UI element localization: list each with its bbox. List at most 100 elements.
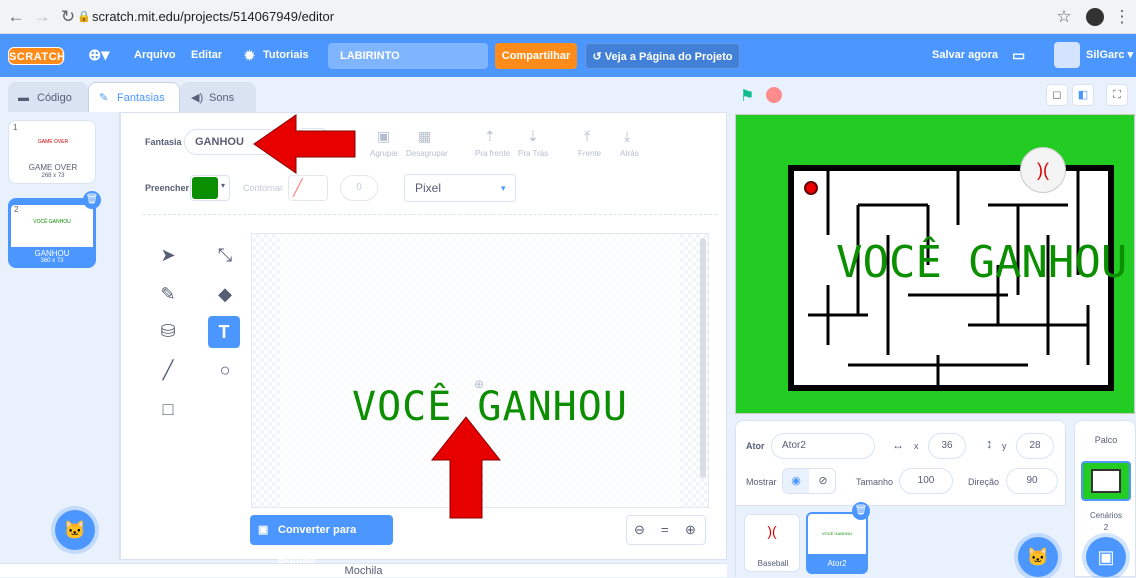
menu-tutoriais[interactable]: Tutoriais (263, 34, 309, 77)
menu-arquivo[interactable]: Arquivo (134, 34, 176, 77)
costume-name: GAME OVER (28, 163, 78, 172)
front-label[interactable]: Frente (578, 149, 601, 158)
baseball-thumb-icon: )( (767, 523, 777, 539)
costume-size: 360 x 73 (40, 258, 64, 264)
username: SilGarc (1086, 49, 1125, 61)
choose-backdrop-button[interactable]: ▣ (1086, 537, 1126, 577)
eye-slash-icon[interactable]: ⊘ (810, 469, 836, 493)
reshape-icon[interactable]: ⤡ (214, 244, 236, 266)
backpack-bar[interactable]: Mochila (0, 563, 727, 577)
reload-icon[interactable]: ↻ (58, 7, 78, 27)
y-arrows-icon: ↕ (986, 436, 993, 451)
green-flag-icon[interactable]: ⚑ (740, 86, 754, 106)
back-arrow-icon[interactable]: ← (6, 7, 26, 27)
zoom-reset-icon[interactable]: = (661, 522, 669, 537)
costume-number: 2 (14, 205, 19, 214)
tab-code[interactable]: ▬ Código (8, 82, 88, 112)
costume-thumb-bg (11, 205, 93, 247)
fullscreen-icon[interactable]: ⛶ (1106, 84, 1128, 106)
sprite-thumb[interactable]: )( Baseball (744, 514, 800, 572)
forward-arrow-icon[interactable]: → (32, 7, 52, 27)
line-tool-icon[interactable]: ╱ (157, 359, 179, 381)
convert-bitmap-button[interactable]: ▣ Converter para Bitmap (250, 515, 393, 566)
tab-costumes[interactable]: ✎ Fantasias (88, 82, 180, 112)
y-input[interactable]: 28 (1016, 433, 1054, 459)
choose-sprite-button[interactable]: 🐱 (1018, 537, 1058, 577)
rectangle-tool-icon[interactable]: □ (157, 398, 179, 420)
lightbulb-icon: ✹ (244, 48, 255, 63)
sprite-thumb-selected[interactable]: VOCÊ GANHOU Ator2 🗑 (806, 502, 870, 574)
eraser-icon[interactable]: ◆ (214, 283, 236, 305)
text-tool-icon[interactable]: T (208, 316, 240, 348)
circle-tool-icon[interactable]: ○ (214, 359, 236, 381)
see-project-page-button[interactable]: ↺ Veja a Página do Projeto (585, 43, 740, 69)
stage-text[interactable]: VOCÊ GANHOU (836, 237, 1127, 288)
language-globe-icon[interactable]: ⊕▾ (88, 34, 109, 77)
tab-code-label: Código (37, 92, 72, 104)
show-label: Mostrar (746, 477, 777, 487)
backward-label[interactable]: Pra Trás (518, 149, 548, 158)
save-now-button[interactable]: Salvar agora (932, 34, 998, 77)
direction-label: Direção (968, 477, 1000, 487)
stage-backdrop-panel: Palco Cenários 2 ▣ (1074, 420, 1136, 577)
menu-editar[interactable]: Editar (191, 34, 222, 77)
fill-bucket-icon[interactable]: ⛁ (157, 320, 179, 342)
outline-color-picker[interactable]: ╱ (288, 175, 328, 201)
size-label: Tamanho (856, 477, 894, 487)
font-select[interactable]: Pixel ▾ (404, 174, 516, 202)
sprite-list: )( Baseball VOCÊ GANHOU Ator2 🗑 (736, 502, 1067, 578)
zoom-controls: ⊖ = ⊕ (626, 515, 706, 545)
divider (143, 214, 717, 215)
scratch-logo[interactable]: SCRATCH (8, 47, 65, 65)
sprite-name-input[interactable]: Ator2 (771, 433, 875, 459)
small-stage-icon[interactable]: ◻ (1046, 84, 1068, 106)
brush-tool-icon[interactable]: ✎ (157, 283, 179, 305)
zoom-in-icon[interactable]: ⊕ (685, 522, 696, 538)
address-bar[interactable]: scratch.mit.edu/projects/514067949/edito… (92, 9, 334, 24)
forward-label[interactable]: Pra frente (475, 149, 510, 158)
chevron-down-icon: ▾ (501, 183, 506, 193)
vertical-scrollbar[interactable] (700, 238, 706, 478)
share-button[interactable]: Compartilhar (495, 43, 577, 69)
star-icon[interactable]: ☆ (1054, 7, 1074, 27)
eye-icon[interactable]: ◉ (783, 469, 809, 493)
front-icon: ⤒ (584, 128, 591, 144)
red-arrow-annotation-left (253, 114, 356, 174)
profile-avatar[interactable] (1086, 8, 1104, 26)
x-label: x (914, 441, 919, 451)
user-avatar[interactable] (1054, 42, 1080, 68)
folder-icon[interactable]: ▭ (1012, 34, 1025, 77)
size-input[interactable]: 100 (899, 468, 953, 494)
stage-thumb[interactable] (1081, 461, 1131, 501)
stop-icon[interactable] (766, 87, 782, 103)
baseball-sprite[interactable]: )( (1020, 147, 1066, 193)
select-arrow-icon[interactable]: ➤ (157, 244, 179, 266)
sprite-info-panel: Ator Ator2 ↔ x 36 ↕ y 28 Mostrar ◉ ⊘ Tam… (735, 420, 1067, 578)
group-label[interactable]: Agrupar (370, 149, 398, 158)
x-input[interactable]: 36 (928, 433, 966, 459)
back-label[interactable]: Atrás (620, 149, 639, 158)
stage[interactable]: )( VOCÊ GANHOU (735, 114, 1135, 414)
tab-sounds[interactable]: ◀) Sons (180, 82, 256, 112)
ungroup-label[interactable]: Desagrupar (406, 149, 448, 158)
cat-plus-icon: 🐱 (63, 520, 87, 540)
costume-list: 1 GAME OVER GAME OVER 268 x 73 2 VOCÊ GA… (0, 112, 120, 560)
choose-costume-button[interactable]: 🐱 (55, 510, 95, 550)
large-stage-icon[interactable]: ◧ (1072, 84, 1094, 106)
costume-item[interactable]: 1 GAME OVER GAME OVER 268 x 73 (8, 120, 96, 184)
no-outline-slash-icon: ╱ (293, 180, 303, 197)
outline-width-input[interactable]: 0 (340, 175, 378, 201)
user-menu[interactable]: SilGarc ▾ (1086, 34, 1133, 77)
project-title-input[interactable]: LABIRINTO (328, 43, 488, 69)
kebab-menu-icon[interactable]: ⋮ (1112, 7, 1132, 27)
backdrops-label: Cenários (1089, 511, 1122, 520)
fill-color-picker[interactable]: ▾ (190, 175, 230, 201)
direction-input[interactable]: 90 (1006, 468, 1058, 494)
dropdown-caret-icon: ▾ (221, 181, 226, 190)
browser-toolbar: ← → ↻ 🔒 scratch.mit.edu/projects/5140679… (0, 0, 1136, 34)
costume-item-selected[interactable]: 2 VOCÊ GANHOU GANHOU 360 x 73 🗑 (8, 191, 101, 268)
delete-trash-icon[interactable]: 🗑 (852, 502, 870, 520)
delete-trash-icon[interactable]: 🗑 (83, 191, 101, 209)
zoom-out-icon[interactable]: ⊖ (634, 522, 645, 538)
outline-label: Contornar (243, 183, 284, 193)
